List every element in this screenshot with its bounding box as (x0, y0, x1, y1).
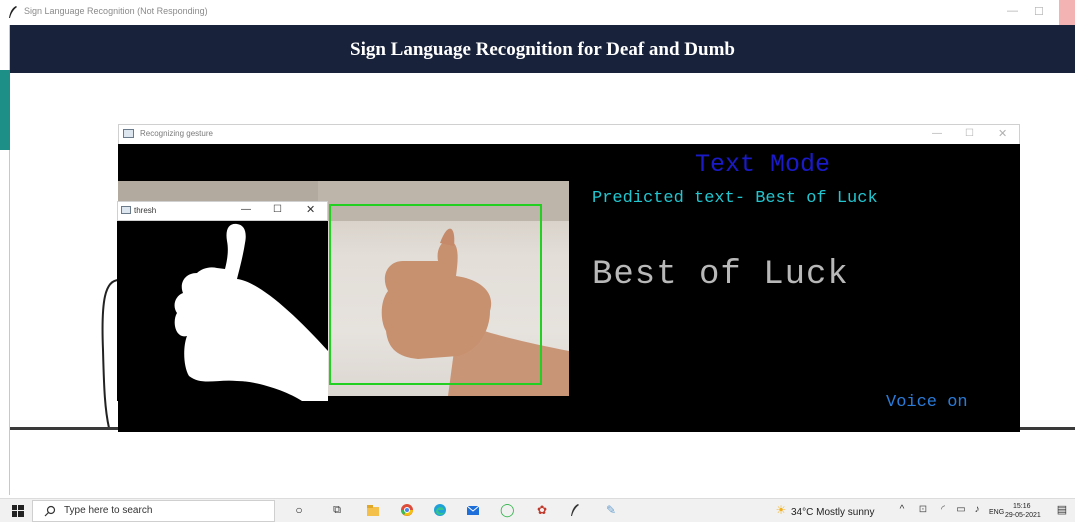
show-hidden-icons-chevron-icon[interactable]: ^ (895, 503, 909, 517)
left-accent-bar (0, 70, 10, 150)
battery-icon[interactable]: ▭ (954, 503, 968, 517)
task-view-icon[interactable]: ⧉ (330, 503, 344, 517)
window-app-icon (123, 129, 134, 138)
thresh-minimize-button[interactable]: — (241, 204, 251, 215)
minimize-button[interactable]: — (1007, 5, 1018, 17)
windows-start-icon[interactable] (12, 505, 24, 517)
network-device-icon[interactable]: ⊡ (916, 503, 930, 517)
app-feather-icon (9, 6, 17, 18)
voice-status: Voice on (886, 393, 968, 412)
recognized-text: Best of Luck (592, 256, 849, 294)
circle-app-icon[interactable]: ◯ (500, 503, 515, 517)
wifi-icon[interactable]: ◜ (936, 503, 950, 517)
cortana-icon[interactable]: ○ (292, 503, 306, 517)
thresh-hand-silhouette (174, 223, 328, 401)
thresh-maximize-button[interactable]: ☐ (273, 204, 282, 215)
thresh-display (117, 221, 328, 401)
gesture-minimize-button[interactable]: — (932, 128, 942, 139)
gesture-maximize-button[interactable]: ☐ (965, 128, 974, 139)
main-window-title: Sign Language Recognition (Not Respondin… (24, 6, 208, 16)
paint-icon[interactable]: ✎ (604, 503, 618, 517)
gesture-window-titlebar (118, 124, 1020, 144)
gesture-close-button[interactable]: ✕ (998, 127, 1007, 140)
maximize-button[interactable]: ☐ (1034, 5, 1044, 18)
weather-sun-icon: ☀ (775, 503, 787, 517)
edge-icon[interactable] (433, 503, 447, 517)
notification-icon[interactable]: ▤ (1055, 503, 1069, 517)
clock-date[interactable]: 29-05-2021 (1005, 512, 1041, 519)
thresh-close-button[interactable]: ✕ (306, 203, 315, 216)
file-explorer-icon[interactable] (366, 503, 380, 517)
clock-time[interactable]: 15:16 (1013, 503, 1031, 510)
feather-app-icon[interactable] (568, 503, 582, 517)
weather-text[interactable]: 34°C Mostly sunny (791, 507, 874, 518)
roi-box (329, 204, 542, 385)
predicted-text: Predicted text- Best of Luck (592, 189, 878, 208)
volume-icon[interactable]: ♪ (970, 503, 984, 517)
chrome-icon[interactable] (400, 503, 414, 517)
search-icon (44, 505, 56, 517)
window-app-icon (121, 206, 131, 214)
game-icon[interactable]: ✿ (535, 503, 549, 517)
mode-label: Text Mode (695, 150, 831, 179)
app-heading: Sign Language Recognition for Deaf and D… (350, 39, 735, 60)
close-button[interactable] (1059, 0, 1075, 25)
mail-icon[interactable] (466, 503, 480, 517)
search-placeholder: Type here to search (64, 505, 153, 516)
input-language[interactable]: ENG (989, 509, 1004, 516)
thresh-window-title: thresh (134, 206, 157, 215)
gesture-window-title: Recognizing gesture (140, 129, 213, 138)
